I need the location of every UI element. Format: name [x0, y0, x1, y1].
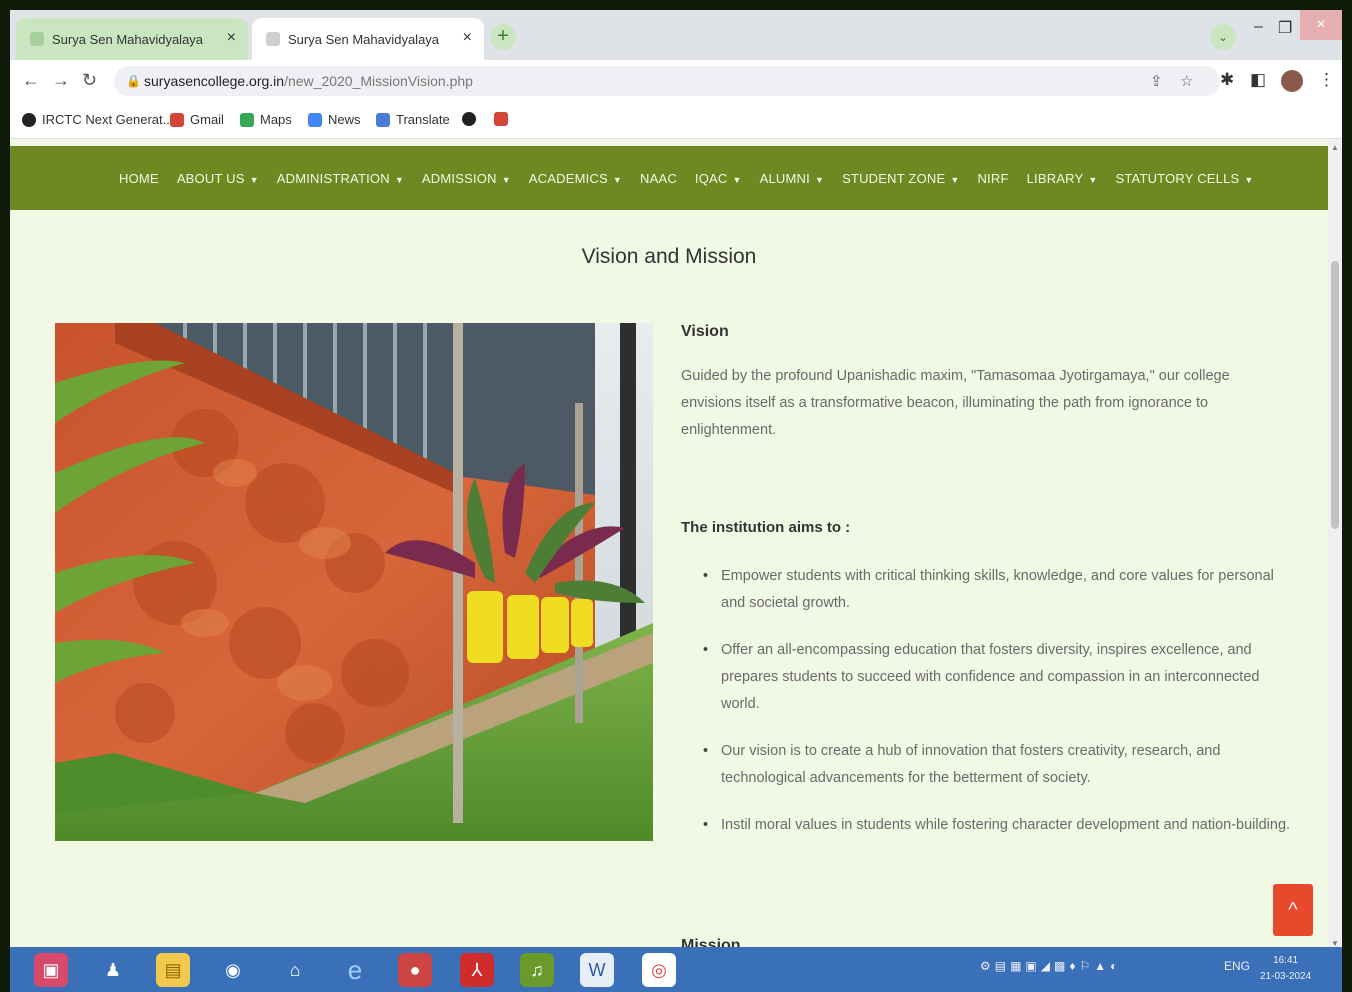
bookmark-globe[interactable]: [462, 112, 482, 126]
tab-bar: Surya Sen Mahavidyalaya × Surya Sen Maha…: [10, 10, 1342, 60]
nav-item-naac[interactable]: NAAC: [631, 171, 686, 186]
list-item: Empower students with critical thinking …: [681, 563, 1291, 617]
nav-item-nirf[interactable]: NIRF: [968, 171, 1017, 186]
list-item: Offer an all-encompassing education that…: [681, 637, 1291, 718]
aims-heading: The institution aims to :: [681, 519, 851, 536]
bookmark-translate[interactable]: Translate: [376, 112, 450, 127]
site-favicon-icon: [266, 32, 280, 46]
new-tab-button[interactable]: +: [490, 24, 516, 50]
url-text[interactable]: suryasencollege.org.in/new_2020_MissionV…: [144, 73, 473, 89]
caret-down-icon: ▼: [950, 174, 960, 185]
nav-item-about-us[interactable]: ABOUT US ▼: [168, 171, 268, 186]
nav-item-administration[interactable]: ADMINISTRATION ▼: [268, 171, 413, 186]
bookmarks-bar: IRCTC Next Generat... Gmail Maps News Tr…: [10, 102, 1342, 139]
windows-taskbar: ▣ ♟ ▤ ◉ ⌂ e ● ⅄ ♫ W ◎ ⚙▤▦▣◢▩♦⚐▲◐ ENG 16:…: [10, 947, 1342, 992]
bookmark-irctc[interactable]: IRCTC Next Generat...: [22, 112, 173, 127]
lock-icon: 🔒: [126, 74, 141, 88]
site-favicon-icon: [30, 32, 44, 46]
tab-1[interactable]: Surya Sen Mahavidyalaya ×: [16, 18, 248, 60]
kebab-menu-icon[interactable]: ⋮: [1318, 70, 1335, 90]
tab-2-label: Surya Sen Mahavidyalaya: [288, 31, 440, 47]
user-app-icon[interactable]: ♟: [96, 953, 130, 987]
file-explorer-icon[interactable]: ▤: [156, 953, 190, 987]
caret-down-icon: ▼: [1088, 174, 1098, 185]
nav-item-academics[interactable]: ACADEMICS ▼: [520, 171, 631, 186]
taskbar-clock[interactable]: 16:41 21-03-2024: [1260, 953, 1311, 985]
internet-explorer-icon[interactable]: e: [338, 953, 372, 987]
bookmark-maps[interactable]: Maps: [240, 112, 292, 127]
bookmark-star-icon[interactable]: ☆: [1180, 72, 1193, 90]
page-title: Vision and Mission: [581, 245, 757, 268]
caret-down-icon: ▼: [394, 174, 404, 185]
nav-item-statutory-cells[interactable]: STATUTORY CELLS ▼: [1107, 171, 1263, 186]
aims-list: Empower students with critical thinking …: [681, 563, 1291, 859]
nav-item-alumni[interactable]: ALUMNI ▼: [751, 171, 833, 186]
vision-content: Vision Guided by the profound Upanishadi…: [681, 323, 1291, 839]
maps-icon: [240, 112, 254, 127]
browser-window: Surya Sen Mahavidyalaya × Surya Sen Maha…: [10, 10, 1342, 992]
nav-item-iqac[interactable]: IQAC ▼: [686, 171, 751, 186]
caret-down-icon: ▼: [249, 174, 259, 185]
address-bar[interactable]: 🔒 suryasencollege.org.in/new_2020_Missio…: [114, 66, 1220, 96]
pdf-reader-icon[interactable]: ⅄: [460, 953, 494, 987]
globe-icon: [462, 112, 476, 126]
vision-text: Guided by the profound Upanishadic maxim…: [681, 368, 1230, 438]
media-player-icon[interactable]: ●: [398, 953, 432, 987]
side-panel-icon[interactable]: ◧: [1250, 70, 1266, 90]
browser-toolbar: ← → ↻ 🔒 suryasencollege.org.in/new_2020_…: [10, 60, 1342, 102]
tab-2[interactable]: Surya Sen Mahavidyalaya ×: [252, 18, 484, 60]
globe-icon: [22, 112, 36, 127]
bookmark-news[interactable]: News: [308, 112, 361, 127]
start-app-icon[interactable]: ▣: [34, 953, 68, 987]
bookmark-gmail[interactable]: Gmail: [170, 112, 224, 127]
vision-heading: Vision: [681, 323, 729, 340]
gmail-icon: [170, 112, 184, 127]
extensions-puzzle-icon[interactable]: ✱: [1220, 70, 1234, 90]
language-indicator[interactable]: ENG: [1224, 959, 1250, 973]
tab-2-close-icon[interactable]: ×: [463, 29, 472, 47]
tab-search-chevron-icon[interactable]: ⌄: [1210, 24, 1236, 50]
share-icon[interactable]: ⇪: [1150, 72, 1163, 90]
caret-down-icon: ▼: [612, 174, 622, 185]
maximize-button[interactable]: ❐: [1278, 18, 1292, 38]
caret-down-icon: ▼: [501, 174, 511, 185]
minimize-button[interactable]: –: [1254, 18, 1263, 36]
main-nav-bar: HOME ABOUT US ▼ ADMINISTRATION ▼ ADMISSION ▼ AC…: [10, 146, 1328, 210]
nav-item-library[interactable]: LIBRARY ▼: [1018, 171, 1107, 186]
media-disc-icon[interactable]: ◉: [216, 953, 250, 987]
list-item: Instil moral values in students while fo…: [681, 812, 1291, 839]
gmail-icon: [494, 112, 508, 126]
back-arrow-icon[interactable]: ←: [22, 70, 40, 91]
music-app-icon[interactable]: ♫: [520, 953, 554, 987]
list-item: Our vision is to create a hub of innovat…: [681, 738, 1291, 792]
terracotta-wall-photo: [55, 323, 653, 841]
caret-down-icon: ▼: [814, 174, 825, 185]
main-nav-menu: HOME ABOUT US ▼ ADMINISTRATION ▼ ADMISSION ▼ AC…: [110, 146, 1263, 210]
word-app-icon[interactable]: W: [580, 953, 614, 987]
nav-item-admission[interactable]: ADMISSION ▼: [413, 171, 520, 186]
reload-icon[interactable]: ↻: [82, 70, 97, 91]
back-to-top-button[interactable]: ^: [1273, 884, 1313, 936]
profile-avatar[interactable]: [1281, 70, 1303, 92]
close-window-button[interactable]: ×: [1300, 10, 1342, 40]
news-icon: [308, 112, 322, 127]
forward-arrow-icon[interactable]: →: [52, 70, 70, 91]
caret-down-icon: ▼: [732, 174, 742, 185]
scroll-up-arrow-icon[interactable]: ▲: [1331, 143, 1339, 152]
caret-down-icon: ▼: [1244, 174, 1254, 185]
page-scrollbar[interactable]: ▲ ▼: [1328, 139, 1342, 957]
computer-app-icon[interactable]: ⌂: [278, 953, 312, 987]
tab-1-close-icon[interactable]: ×: [227, 29, 236, 47]
nav-item-student-zone[interactable]: STUDENT ZONE ▼: [833, 171, 968, 186]
nav-item-home[interactable]: HOME: [110, 171, 168, 186]
translate-icon: [376, 112, 390, 127]
scrollbar-thumb[interactable]: [1331, 261, 1339, 529]
bookmark-gmail-2[interactable]: [494, 112, 514, 126]
tab-1-label: Surya Sen Mahavidyalaya: [52, 31, 204, 47]
chrome-icon[interactable]: ◎: [642, 953, 676, 987]
web-page: HOME ABOUT US ▼ ADMINISTRATION ▼ ADMISSION ▼ AC…: [10, 139, 1342, 957]
system-tray-icons[interactable]: ⚙▤▦▣◢▩♦⚐▲◐: [980, 959, 1121, 973]
